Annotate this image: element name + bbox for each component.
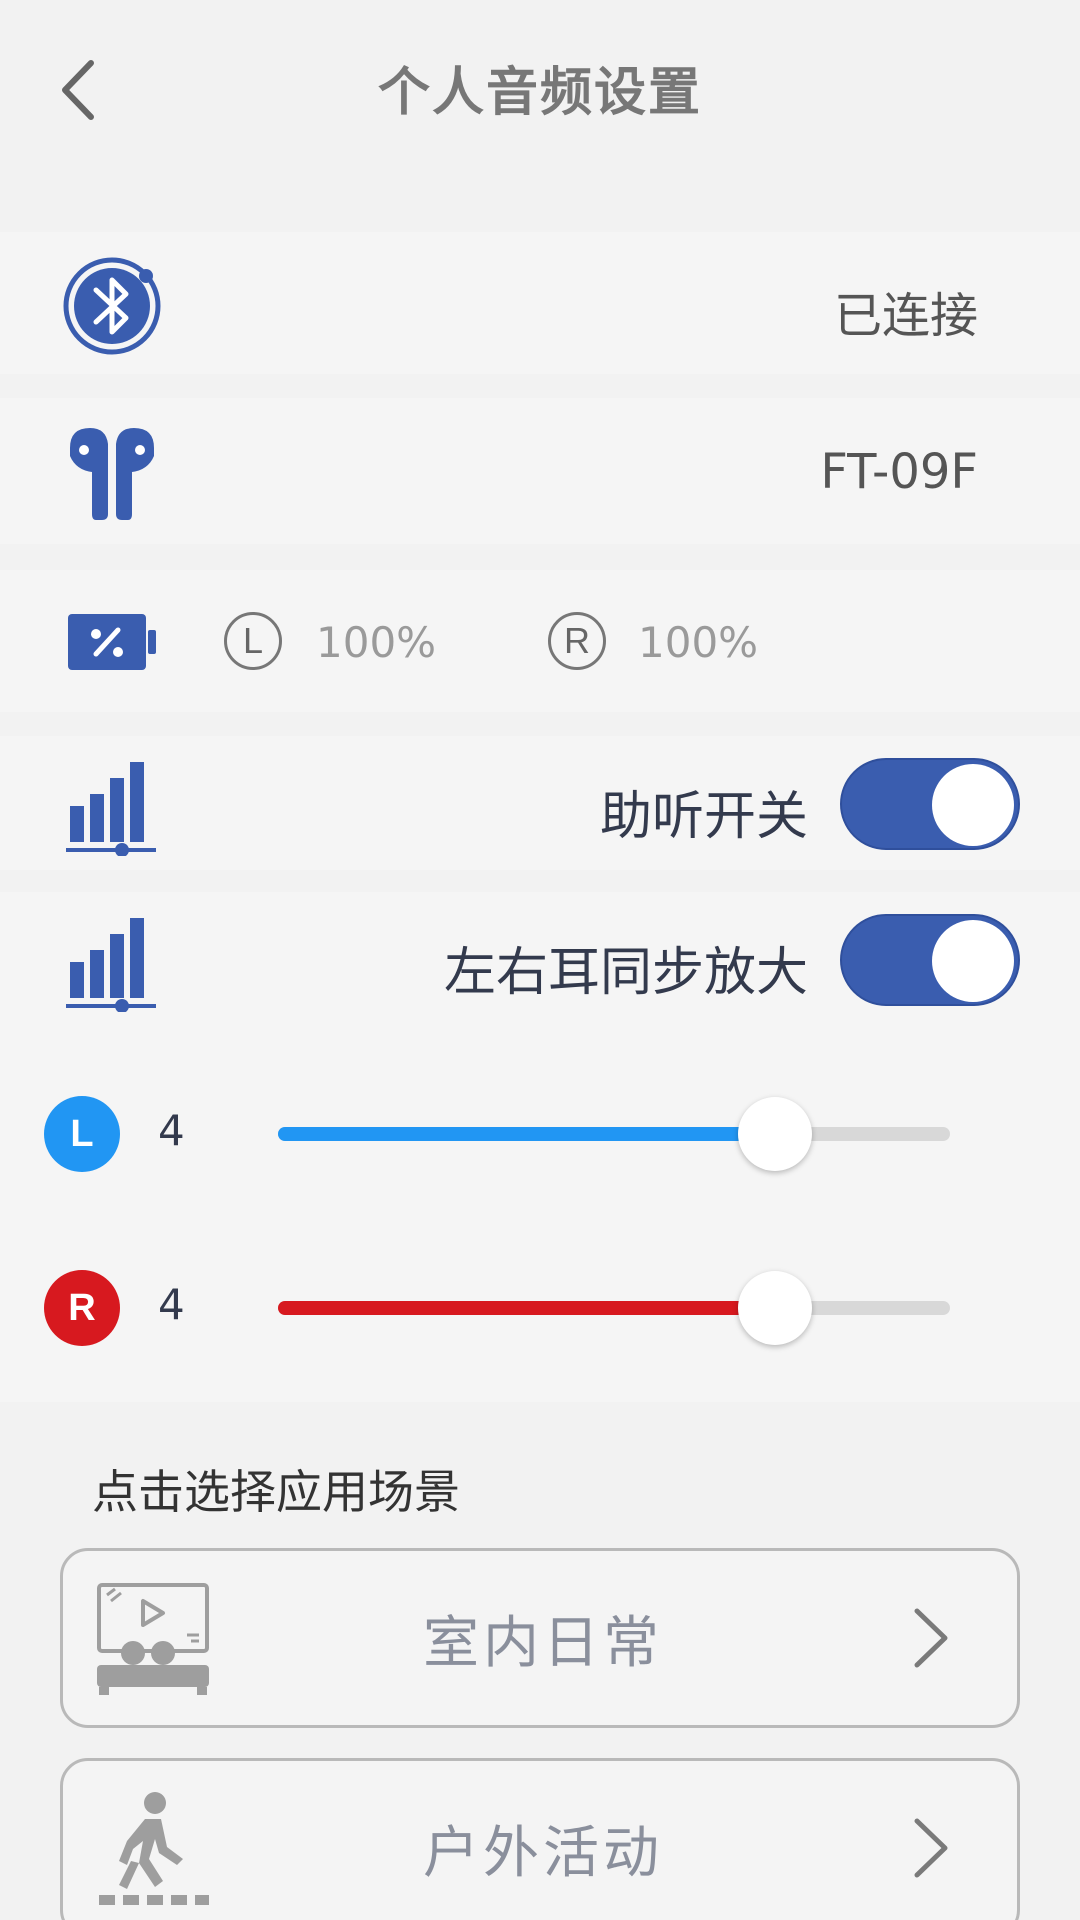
left-volume-value: 4 <box>158 1106 185 1155</box>
connection-status: 已连接 <box>833 288 978 344</box>
sync-amplify-section: 左右耳同步放大 L 4 R 4 <box>0 892 1080 1402</box>
right-ear-badge: R <box>44 1270 120 1346</box>
right-slider-thumb[interactable] <box>738 1271 812 1345</box>
bluetooth-icon <box>60 254 164 358</box>
hearing-aid-row: 助听开关 <box>0 736 1080 870</box>
screen: 个人音频设置 已连接 FT-09F L 100% R 100% 助听开关 左右耳… <box>0 0 1080 1920</box>
battery-row: L 100% R 100% <box>0 570 1080 712</box>
battery-left-indicator: L <box>224 612 282 670</box>
scene-heading: 点击选择应用场景 <box>92 1465 460 1519</box>
earbuds-icon <box>62 422 162 522</box>
connection-row: 已连接 <box>0 232 1080 374</box>
signal-bars-icon <box>64 912 160 1012</box>
scene-card-outdoor[interactable]: 户外活动 <box>60 1758 1020 1920</box>
right-volume-slider[interactable] <box>278 1271 950 1345</box>
left-volume-slider[interactable] <box>278 1097 950 1171</box>
left-slider-fill <box>278 1127 775 1141</box>
left-slider-thumb[interactable] <box>738 1097 812 1171</box>
sync-amplify-toggle[interactable] <box>840 914 1020 1006</box>
scene-label-indoor: 室内日常 <box>423 1610 663 1676</box>
right-volume-value: 4 <box>158 1280 185 1329</box>
toggle-knob <box>932 920 1014 1002</box>
battery-icon <box>66 608 158 674</box>
toggle-knob <box>932 764 1014 846</box>
scene-card-indoor[interactable]: 室内日常 <box>60 1548 1020 1728</box>
page-title: 个人音频设置 <box>377 63 702 123</box>
header-bar: 个人音频设置 <box>0 0 1080 190</box>
chevron-right-icon <box>914 1608 948 1668</box>
left-ear-badge: L <box>44 1096 120 1172</box>
battery-right-value: 100% <box>638 618 759 667</box>
scene-label-outdoor: 户外活动 <box>423 1820 663 1886</box>
hearing-aid-toggle[interactable] <box>840 758 1020 850</box>
device-row: FT-09F <box>0 398 1080 544</box>
device-name: FT-09F <box>820 444 978 500</box>
signal-bars-icon <box>64 756 160 856</box>
sync-amplify-label: 左右耳同步放大 <box>443 943 808 1003</box>
chevron-right-icon <box>914 1818 948 1878</box>
battery-left-value: 100% <box>316 618 437 667</box>
hearing-aid-label: 助听开关 <box>599 787 808 847</box>
right-slider-fill <box>278 1301 775 1315</box>
battery-right-indicator: R <box>548 612 606 670</box>
